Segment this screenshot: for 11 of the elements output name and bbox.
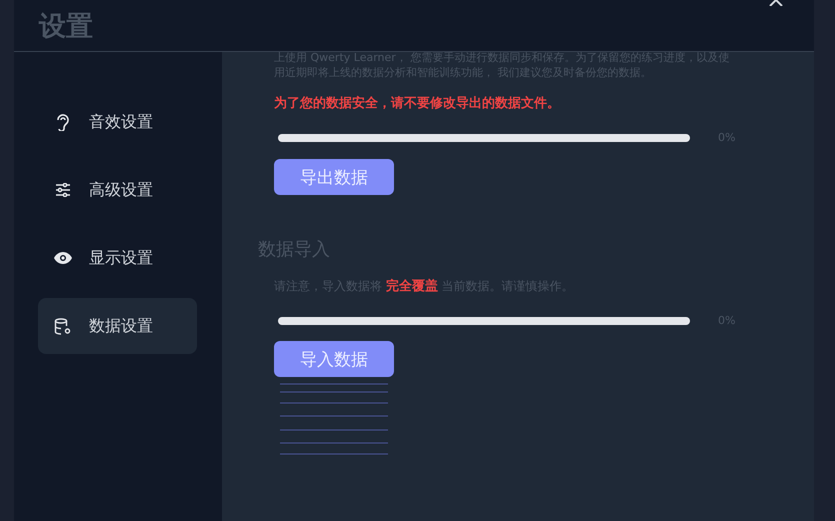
eye-icon [54,252,72,264]
database-gear-icon [54,318,72,334]
sidebar-item[interactable]: 音效设置 [38,94,197,150]
dialog-title: 设置 [39,10,93,44]
sidebar-item[interactable]: 数据设置 [38,298,197,354]
warning-text: 为了您的数据安全，请不要修改导出的数据文件。 [274,94,560,112]
sidebar-item[interactable]: 显示设置 [38,230,197,286]
close-icon[interactable] [769,0,783,6]
sliders-icon [54,183,72,197]
ear-icon [54,113,72,131]
sidebar-item[interactable]: 高级设置 [38,162,197,218]
